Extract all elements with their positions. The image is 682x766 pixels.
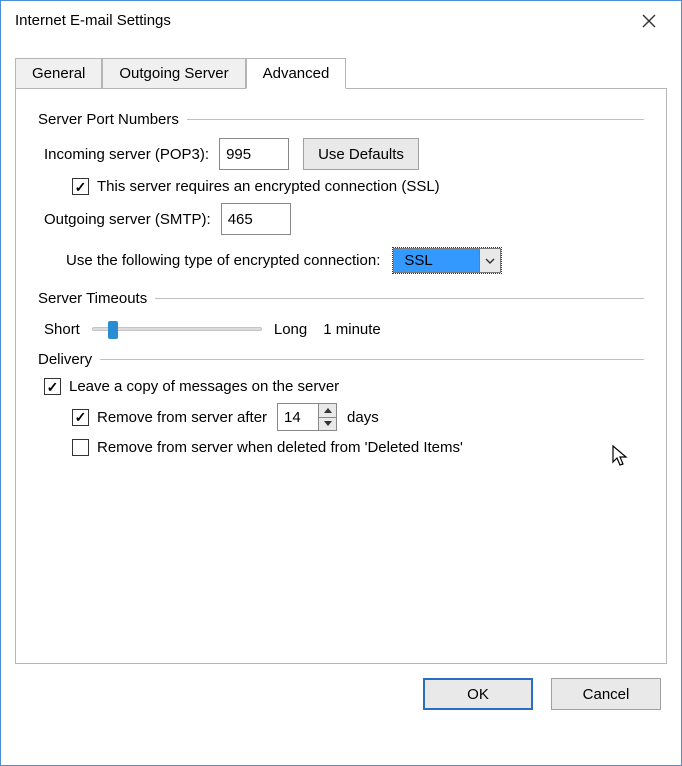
- spinner-up-button[interactable]: [319, 404, 336, 417]
- divider: [155, 298, 644, 299]
- ssl-required-label: This server requires an encrypted connec…: [97, 178, 440, 195]
- row-incoming-port: Incoming server (POP3): Use Defaults: [44, 138, 644, 170]
- ok-button[interactable]: OK: [423, 678, 533, 710]
- row-leave-copy: Leave a copy of messages on the server: [44, 378, 644, 395]
- triangle-down-icon: [324, 421, 332, 426]
- group-server-timeouts: Server Timeouts: [38, 290, 644, 307]
- row-ssl-required: This server requires an encrypted connec…: [72, 178, 644, 195]
- spinner-buttons: [318, 404, 336, 430]
- timeout-value: 1 minute: [323, 321, 381, 338]
- window-title: Internet E-mail Settings: [15, 12, 171, 29]
- group-label-delivery: Delivery: [38, 351, 92, 368]
- leave-copy-label: Leave a copy of messages on the server: [69, 378, 339, 395]
- leave-copy-checkbox[interactable]: [44, 378, 61, 395]
- chevron-down-icon: [485, 258, 495, 264]
- row-outgoing-port: Outgoing server (SMTP):: [44, 203, 644, 235]
- encryption-type-dropdown-button[interactable]: [479, 248, 501, 273]
- tabstrip: General Outgoing Server Advanced: [15, 58, 667, 89]
- encryption-type-value: SSL: [393, 248, 479, 273]
- remove-after-unit: days: [347, 409, 379, 426]
- dialog-footer: OK Cancel: [1, 664, 681, 728]
- ssl-required-checkbox[interactable]: [72, 178, 89, 195]
- outgoing-port-label: Outgoing server (SMTP):: [44, 211, 211, 228]
- divider: [187, 119, 644, 120]
- group-server-port-numbers: Server Port Numbers: [38, 111, 644, 128]
- outgoing-port-input[interactable]: [221, 203, 291, 235]
- timeout-short-label: Short: [44, 321, 80, 338]
- use-defaults-button[interactable]: Use Defaults: [303, 138, 419, 170]
- group-label-server-ports: Server Port Numbers: [38, 111, 179, 128]
- tab-general[interactable]: General: [15, 58, 102, 89]
- group-label-server-timeouts: Server Timeouts: [38, 290, 147, 307]
- encryption-type-combo[interactable]: SSL: [392, 247, 502, 274]
- row-timeout-slider: Short Long 1 minute: [44, 317, 644, 341]
- tab-outgoing-server[interactable]: Outgoing Server: [102, 58, 245, 89]
- close-icon: [642, 14, 656, 28]
- titlebar: Internet E-mail Settings: [1, 1, 681, 41]
- group-delivery: Delivery: [38, 351, 644, 368]
- dialog-window: Internet E-mail Settings General Outgoin…: [0, 0, 682, 766]
- cancel-button[interactable]: Cancel: [551, 678, 661, 710]
- slider-thumb[interactable]: [108, 321, 118, 339]
- remove-deleted-checkbox[interactable]: [72, 439, 89, 456]
- remove-after-spinner[interactable]: [277, 403, 337, 431]
- row-remove-deleted: Remove from server when deleted from 'De…: [72, 439, 644, 456]
- tabs-area: General Outgoing Server Advanced Server …: [15, 57, 667, 664]
- timeout-long-label: Long: [274, 321, 307, 338]
- triangle-up-icon: [324, 408, 332, 413]
- timeout-slider[interactable]: [92, 317, 262, 341]
- tabpanel-advanced: Server Port Numbers Incoming server (POP…: [15, 88, 667, 664]
- row-encryption-type: Use the following type of encrypted conn…: [66, 247, 644, 274]
- encryption-type-label: Use the following type of encrypted conn…: [66, 252, 380, 269]
- remove-deleted-label: Remove from server when deleted from 'De…: [97, 439, 463, 456]
- incoming-port-input[interactable]: [219, 138, 289, 170]
- remove-after-label: Remove from server after: [97, 409, 267, 426]
- remove-after-input[interactable]: [278, 404, 318, 430]
- tab-advanced[interactable]: Advanced: [246, 58, 347, 89]
- row-remove-after: Remove from server after days: [72, 403, 644, 431]
- spinner-down-button[interactable]: [319, 417, 336, 431]
- incoming-port-label: Incoming server (POP3):: [44, 146, 209, 163]
- close-button[interactable]: [629, 5, 669, 37]
- divider: [100, 359, 644, 360]
- remove-after-checkbox[interactable]: [72, 409, 89, 426]
